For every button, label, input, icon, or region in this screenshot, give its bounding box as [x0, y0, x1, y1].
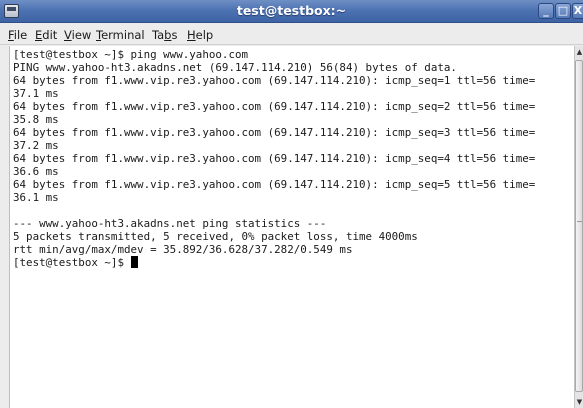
title-bar[interactable]: test@testbox:~ _ □ X	[0, 0, 583, 23]
terminal-line: 64 bytes from f1.www.vip.re3.yahoo.com (…	[13, 152, 536, 165]
terminal-line: 64 bytes from f1.www.vip.re3.yahoo.com (…	[13, 74, 536, 87]
window-title: test@testbox:~	[236, 3, 347, 18]
menu-bar: File Edit View Terminal Tabs Help	[0, 24, 583, 45]
terminal-line: 37.1 ms	[13, 87, 59, 100]
terminal-line: PING www.yahoo-ht3.akadns.net (69.147.11…	[13, 61, 457, 74]
scrollbar-grip-icon	[577, 221, 582, 222]
terminal-line: 5 packets transmitted, 5 received, 0% pa…	[13, 230, 418, 243]
terminal-line: 36.1 ms	[13, 191, 59, 204]
menu-view[interactable]: View	[64, 28, 91, 42]
terminal-output-area[interactable]: [test@testbox ~]$ ping www.yahoo.com PING…	[9, 46, 574, 408]
scroll-up-arrow-icon[interactable]: ▲	[575, 46, 583, 58]
terminal-text: [test@testbox ~]$ ping www.yahoo.com PING…	[13, 48, 535, 269]
scrollbar-thumb[interactable]	[575, 60, 583, 392]
vertical-scrollbar[interactable]: ▲ ▼	[574, 46, 583, 408]
scroll-down-arrow-icon[interactable]: ▼	[575, 396, 583, 408]
menu-terminal[interactable]: Terminal	[96, 28, 145, 42]
prompt-line: [test@testbox ~]$	[13, 256, 535, 269]
menu-edit[interactable]: Edit	[35, 28, 57, 42]
minimize-button[interactable]: _	[538, 3, 554, 19]
terminal-line: rtt min/avg/max/mdev = 35.892/36.628/37.…	[13, 243, 353, 256]
terminal-line: 64 bytes from f1.www.vip.re3.yahoo.com (…	[13, 126, 536, 139]
terminal-line: 64 bytes from f1.www.vip.re3.yahoo.com (…	[13, 178, 536, 191]
terminal-line: --- www.yahoo-ht3.akadns.net ping statis…	[13, 217, 327, 230]
terminal-line: 37.2 ms	[13, 139, 59, 152]
terminal-line: [test@testbox ~]$ ping www.yahoo.com	[13, 48, 249, 61]
maximize-button[interactable]: □	[555, 3, 571, 19]
terminal-window: test@testbox:~ _ □ X File Edit View Term…	[0, 0, 583, 408]
menu-file[interactable]: File	[8, 28, 27, 42]
menu-tabs[interactable]: Tabs	[152, 28, 177, 42]
shell-prompt: [test@testbox ~]$	[13, 256, 131, 269]
text-cursor	[130, 256, 138, 268]
terminal-line: 35.8 ms	[13, 113, 59, 126]
close-button[interactable]: X	[572, 3, 583, 19]
terminal-line: 64 bytes from f1.www.vip.re3.yahoo.com (…	[13, 100, 536, 113]
menu-help[interactable]: Help	[187, 28, 213, 42]
terminal-line: 36.6 ms	[13, 165, 59, 178]
